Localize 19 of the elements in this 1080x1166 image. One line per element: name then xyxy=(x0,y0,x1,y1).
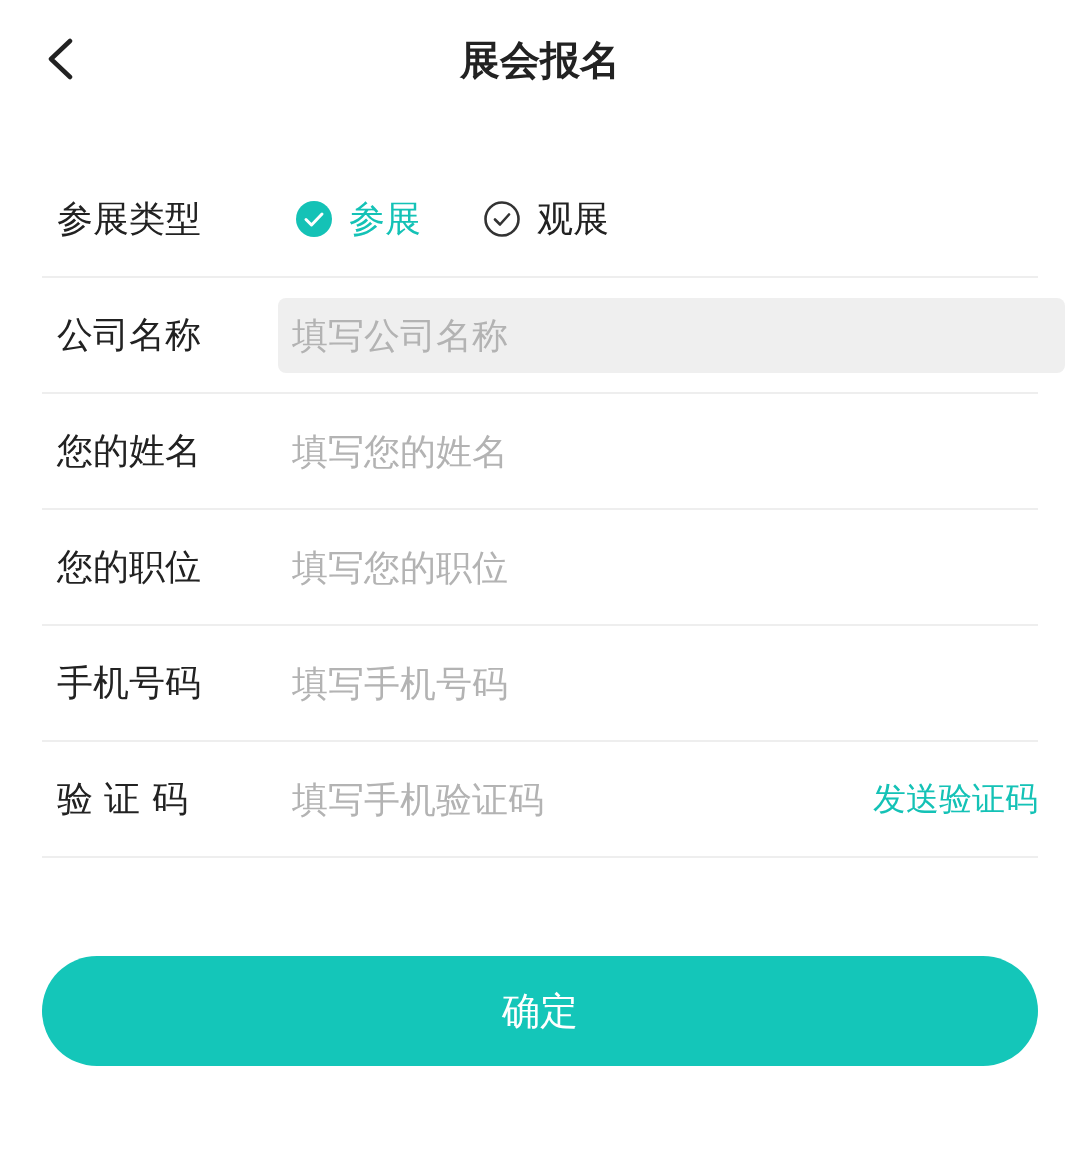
check-circle-icon xyxy=(483,200,521,238)
input-field[interactable]: 填写公司名称 xyxy=(278,297,1065,373)
check-circle-icon xyxy=(295,200,333,238)
confirm-button[interactable]: 确定 xyxy=(42,956,1038,1066)
field-label: 手机号码 xyxy=(57,660,202,705)
input-field[interactable]: 填写您的职位 xyxy=(278,529,1038,605)
field-label: 您的姓名 xyxy=(57,428,202,473)
field-label: 公司名称 xyxy=(57,312,202,357)
input-field[interactable]: 填写您的姓名 xyxy=(278,413,1038,489)
input-field[interactable]: 填写手机号码 xyxy=(278,645,1038,721)
send-code-link[interactable]: 发送验证码 xyxy=(873,776,1038,822)
radio-option[interactable]: 观展 xyxy=(483,194,609,244)
input-field[interactable]: 填写手机验证码 xyxy=(278,761,873,837)
field-label: 您的职位 xyxy=(57,544,202,589)
field-label: 参展类型 xyxy=(57,196,202,241)
radio-option[interactable]: 参展 xyxy=(295,194,421,244)
page-title: 展会报名 xyxy=(460,35,620,85)
back-icon[interactable] xyxy=(46,38,74,80)
field-label: 验 证 码 xyxy=(57,776,189,821)
